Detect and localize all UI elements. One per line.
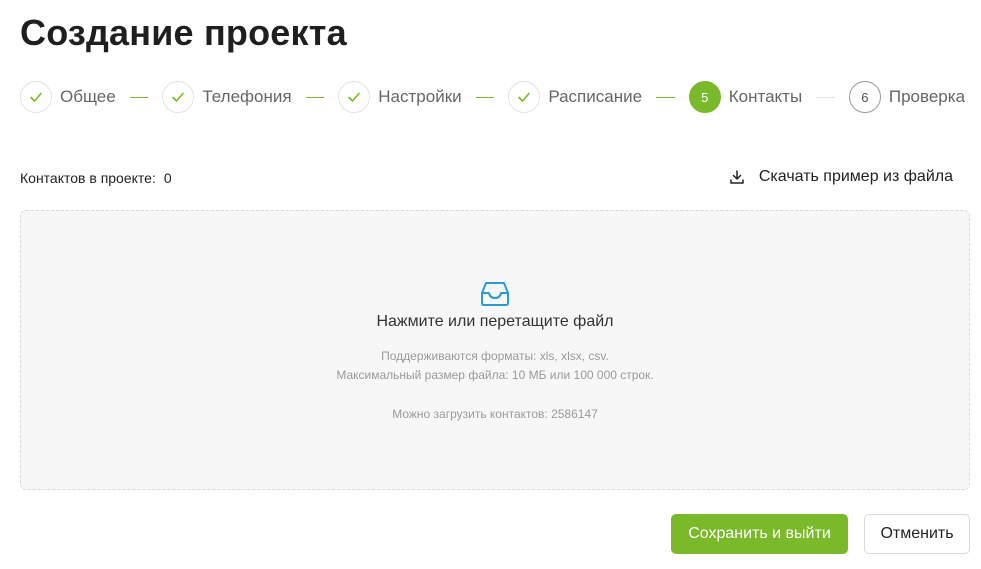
contacts-count-label: Контактов в проекте:	[20, 170, 156, 186]
step-telephony[interactable]: Телефония	[162, 81, 292, 113]
step-review[interactable]: 6 Проверка	[848, 81, 966, 113]
step-telephony-circle	[162, 81, 195, 113]
step-connector	[656, 96, 675, 98]
step-schedule-label: Расписание	[548, 87, 643, 106]
step-connector	[305, 96, 325, 98]
save-and-exit-button[interactable]: Сохранить и выйти	[671, 514, 848, 554]
cancel-button[interactable]: Отменить	[864, 514, 970, 554]
dropzone-hint: Поддерживаются форматы: xls, xlsx, csv. …	[336, 347, 653, 385]
contacts-count-value: 0	[163, 170, 172, 186]
step-schedule-circle	[508, 81, 541, 113]
step-general-circle	[20, 81, 52, 113]
step-contacts-number: 5	[688, 81, 721, 113]
step-contacts-label: Контакты	[728, 87, 803, 106]
dropzone-title: Нажмите или перетащите файл	[376, 313, 614, 330]
dropzone-formats: Поддерживаются форматы: xls, xlsx, csv.	[381, 349, 609, 363]
file-dropzone[interactable]: Нажмите или перетащите файл Поддерживают…	[20, 210, 970, 490]
step-settings[interactable]: Настройки	[338, 81, 462, 113]
dropzone-limit: Можно загрузить контактов: 2586147	[392, 407, 598, 421]
page-title: Создание проекта	[20, 12, 347, 53]
download-example-link[interactable]: Скачать пример из файла	[729, 168, 953, 186]
step-review-number: 6	[848, 81, 881, 113]
step-schedule[interactable]: Расписание	[508, 81, 642, 113]
step-review-label: Проверка	[888, 87, 966, 106]
dropzone-max-size: Максимальный размер файла: 10 МБ или 100…	[336, 368, 654, 382]
step-connector	[816, 96, 835, 98]
download-example-label: Скачать пример из файла	[758, 168, 953, 185]
step-general-label: Общее	[60, 87, 116, 106]
step-connector	[475, 96, 495, 98]
step-contacts[interactable]: 5 Контакты	[688, 81, 803, 113]
download-icon	[730, 170, 744, 184]
stepper: Общее Телефония Настройки Расписание 5 К…	[20, 80, 965, 114]
step-telephony-label: Телефония	[202, 87, 292, 106]
step-settings-label: Настройки	[378, 87, 462, 106]
check-icon	[348, 92, 361, 102]
check-icon	[172, 92, 185, 102]
step-connector	[129, 96, 149, 98]
contacts-count: Контактов в проекте: 0	[20, 170, 172, 186]
step-general[interactable]: Общее	[20, 81, 116, 113]
inbox-icon	[481, 282, 509, 306]
check-icon	[30, 92, 42, 102]
check-icon	[518, 92, 531, 102]
step-settings-circle	[338, 81, 371, 113]
